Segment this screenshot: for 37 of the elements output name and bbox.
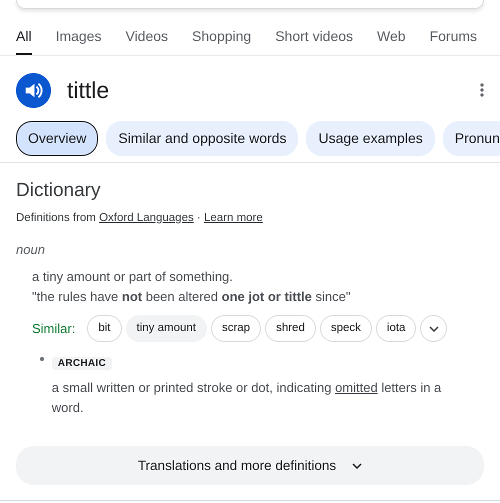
similar-word-chip[interactable]: tiny amount [126,315,207,342]
source-text: Definitions from [16,212,96,224]
speaker-icon[interactable] [16,72,51,108]
similar-word-chip[interactable]: speck [320,315,372,342]
definition-text: a small written or printed stroke or dot, indicating omitted letters in a word. [52,379,442,418]
section-chip[interactable]: Similar and opposite words [106,120,298,156]
section-chip[interactable]: Pronun [442,120,500,156]
source-link[interactable]: Oxford Languages [99,212,194,224]
nav-tab[interactable]: Images [56,9,102,55]
similar-word-chip[interactable]: shred [265,315,316,342]
similar-word-chip[interactable]: scrap [210,315,262,342]
definition-link[interactable]: omitted [335,380,378,396]
definition-text: a tiny amount or part of something. [32,268,234,286]
bullet-dot [40,357,44,362]
separator: · [196,212,201,224]
expand-button[interactable] [420,315,448,342]
headword: tittle [67,76,110,105]
nav-tab[interactable]: Web [377,9,406,55]
example-sentence: "the rules have not been altered one jot or tittle since" [32,288,352,306]
section-title: Dictionary [16,179,102,203]
section-chip[interactable]: Overview [16,120,98,156]
register-label: ARCHAIC [52,357,112,370]
chevron-down-icon [428,326,439,332]
nav-tab[interactable]: All [16,9,32,55]
similar-word-chip[interactable]: bit [87,315,122,342]
nav-tab[interactable]: Short videos [275,9,354,55]
similar-label: Similar: [32,320,76,338]
nav-tab[interactable]: Videos [125,9,168,55]
part-of-speech: noun [16,240,46,259]
chevron-down-icon [352,462,362,469]
section-chip[interactable]: Usage examples [306,120,435,156]
more-options-icon[interactable] [480,83,484,97]
nav-tab[interactable]: Shopping [192,9,252,55]
more-definitions-button[interactable]: Translations and more definitions [16,446,484,486]
nav-tab[interactable]: Forums [430,9,478,55]
learn-more-link[interactable]: Learn more [204,212,263,224]
similar-word-chip[interactable]: iota [376,315,416,342]
